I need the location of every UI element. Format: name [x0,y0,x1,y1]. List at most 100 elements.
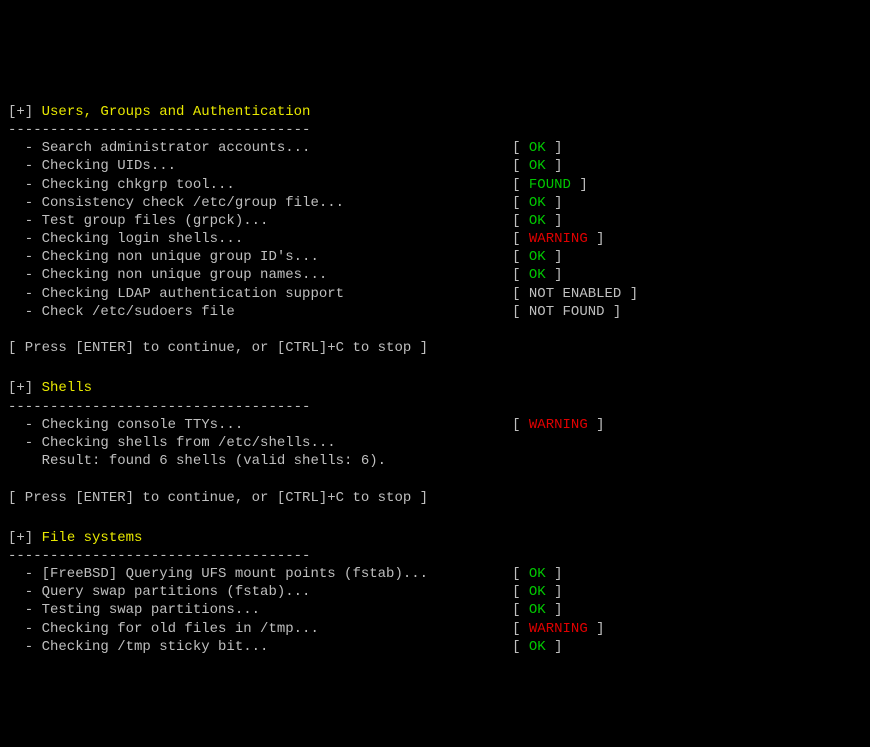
check-row: - Checking /tmp sticky bit... [ OK ] [8,638,862,656]
check-row: - Checking chkgrp tool... [ FOUND ] [8,176,862,194]
header-prefix: [+] [8,104,42,120]
bracket-close: ] [546,213,563,229]
bracket-open: [ [512,602,529,618]
check-label: - Checking for old files in /tmp... [8,621,512,637]
section: [+] Users, Groups and Authentication----… [8,103,862,358]
bracket-close: ] [588,417,605,433]
bracket-open: [ [512,286,529,302]
check-row: - Checking login shells... [ WARNING ] [8,230,862,248]
status-value: OK [529,267,546,283]
bracket-close: ] [546,249,563,265]
bracket-close: ] [546,566,563,582]
status-value: WARNING [529,231,588,247]
check-label: - Checking LDAP authentication support [8,286,512,302]
status-value: OK [529,140,546,156]
bracket-open: [ [512,639,529,655]
check-row: - Check /etc/sudoers file [ NOT FOUND ] [8,303,862,321]
check-label: - Checking chkgrp tool... [8,177,512,193]
section-divider: ------------------------------------ [8,398,862,416]
check-row: - Checking non unique group names... [ O… [8,266,862,284]
blank-line [8,470,862,488]
result-line: Result: found 6 shells (valid shells: 6)… [8,452,862,470]
check-label: - Test group files (grpck)... [8,213,512,229]
check-label: - Checking shells from /etc/shells... [8,435,336,451]
status-value: OK [529,158,546,174]
bracket-open: [ [512,213,529,229]
check-row: - [FreeBSD] Querying UFS mount points (f… [8,565,862,583]
bracket-open: [ [512,304,529,320]
check-label: - Checking /tmp sticky bit... [8,639,512,655]
bracket-close: ] [546,602,563,618]
check-row: - Checking shells from /etc/shells... [8,434,862,452]
bracket-open: [ [512,177,529,193]
section-title: Users, Groups and Authentication [42,104,311,120]
check-label: - Consistency check /etc/group file... [8,195,512,211]
status-value: OK [529,213,546,229]
status-value: WARNING [529,417,588,433]
section: [+] Shells------------------------------… [8,379,862,506]
status-value: WARNING [529,621,588,637]
check-label: - Checking non unique group names... [8,267,512,283]
status-value: OK [529,566,546,582]
bracket-open: [ [512,566,529,582]
section-divider: ------------------------------------ [8,121,862,139]
bracket-open: [ [512,584,529,600]
bracket-close: ] [588,621,605,637]
check-label: - Testing swap partitions... [8,602,512,618]
bracket-open: [ [512,267,529,283]
bracket-close: ] [546,140,563,156]
bracket-close: ] [571,177,588,193]
check-row: - Test group files (grpck)... [ OK ] [8,212,862,230]
blank-line [8,321,862,339]
bracket-close: ] [546,267,563,283]
check-row: - Testing swap partitions... [ OK ] [8,601,862,619]
continue-prompt[interactable]: [ Press [ENTER] to continue, or [CTRL]+C… [8,339,862,357]
status-value: OK [529,602,546,618]
bracket-close: ] [546,639,563,655]
status-value: OK [529,639,546,655]
bracket-open: [ [512,140,529,156]
check-label: - [FreeBSD] Querying UFS mount points (f… [8,566,512,582]
status-value: OK [529,249,546,265]
check-label: - Checking non unique group ID's... [8,249,512,265]
bracket-open: [ [512,231,529,247]
status-value: FOUND [529,177,571,193]
check-label: - Checking UIDs... [8,158,512,174]
continue-prompt[interactable]: [ Press [ENTER] to continue, or [CTRL]+C… [8,489,862,507]
check-row: - Checking non unique group ID's... [ OK… [8,248,862,266]
section-divider: ------------------------------------ [8,547,862,565]
section-title: File systems [42,530,143,546]
check-row: - Query swap partitions (fstab)... [ OK … [8,583,862,601]
status-value: NOT FOUND [529,304,605,320]
check-row: - Search administrator accounts... [ OK … [8,139,862,157]
bracket-open: [ [512,621,529,637]
bracket-open: [ [512,195,529,211]
section-header: [+] Users, Groups and Authentication [8,103,862,121]
section-header: [+] File systems [8,529,862,547]
check-label: - Checking login shells... [8,231,512,247]
bracket-close: ] [546,195,563,211]
section: [+] File systems------------------------… [8,529,862,656]
bracket-close: ] [605,304,622,320]
status-value: NOT ENABLED [529,286,621,302]
bracket-open: [ [512,417,529,433]
bracket-close: ] [588,231,605,247]
section-title: Shells [42,380,92,396]
status-value: OK [529,584,546,600]
check-label: - Check /etc/sudoers file [8,304,512,320]
check-row: - Consistency check /etc/group file... [… [8,194,862,212]
check-label: - Search administrator accounts... [8,140,512,156]
section-header: [+] Shells [8,379,862,397]
check-label: - Checking console TTYs... [8,417,512,433]
terminal-output: [+] Users, Groups and Authentication----… [8,103,862,656]
bracket-close: ] [546,584,563,600]
status-value: OK [529,195,546,211]
bracket-open: [ [512,249,529,265]
check-row: - Checking for old files in /tmp... [ WA… [8,620,862,638]
header-prefix: [+] [8,380,42,396]
header-prefix: [+] [8,530,42,546]
check-label: - Query swap partitions (fstab)... [8,584,512,600]
bracket-close: ] [621,286,638,302]
check-row: - Checking UIDs... [ OK ] [8,157,862,175]
bracket-open: [ [512,158,529,174]
